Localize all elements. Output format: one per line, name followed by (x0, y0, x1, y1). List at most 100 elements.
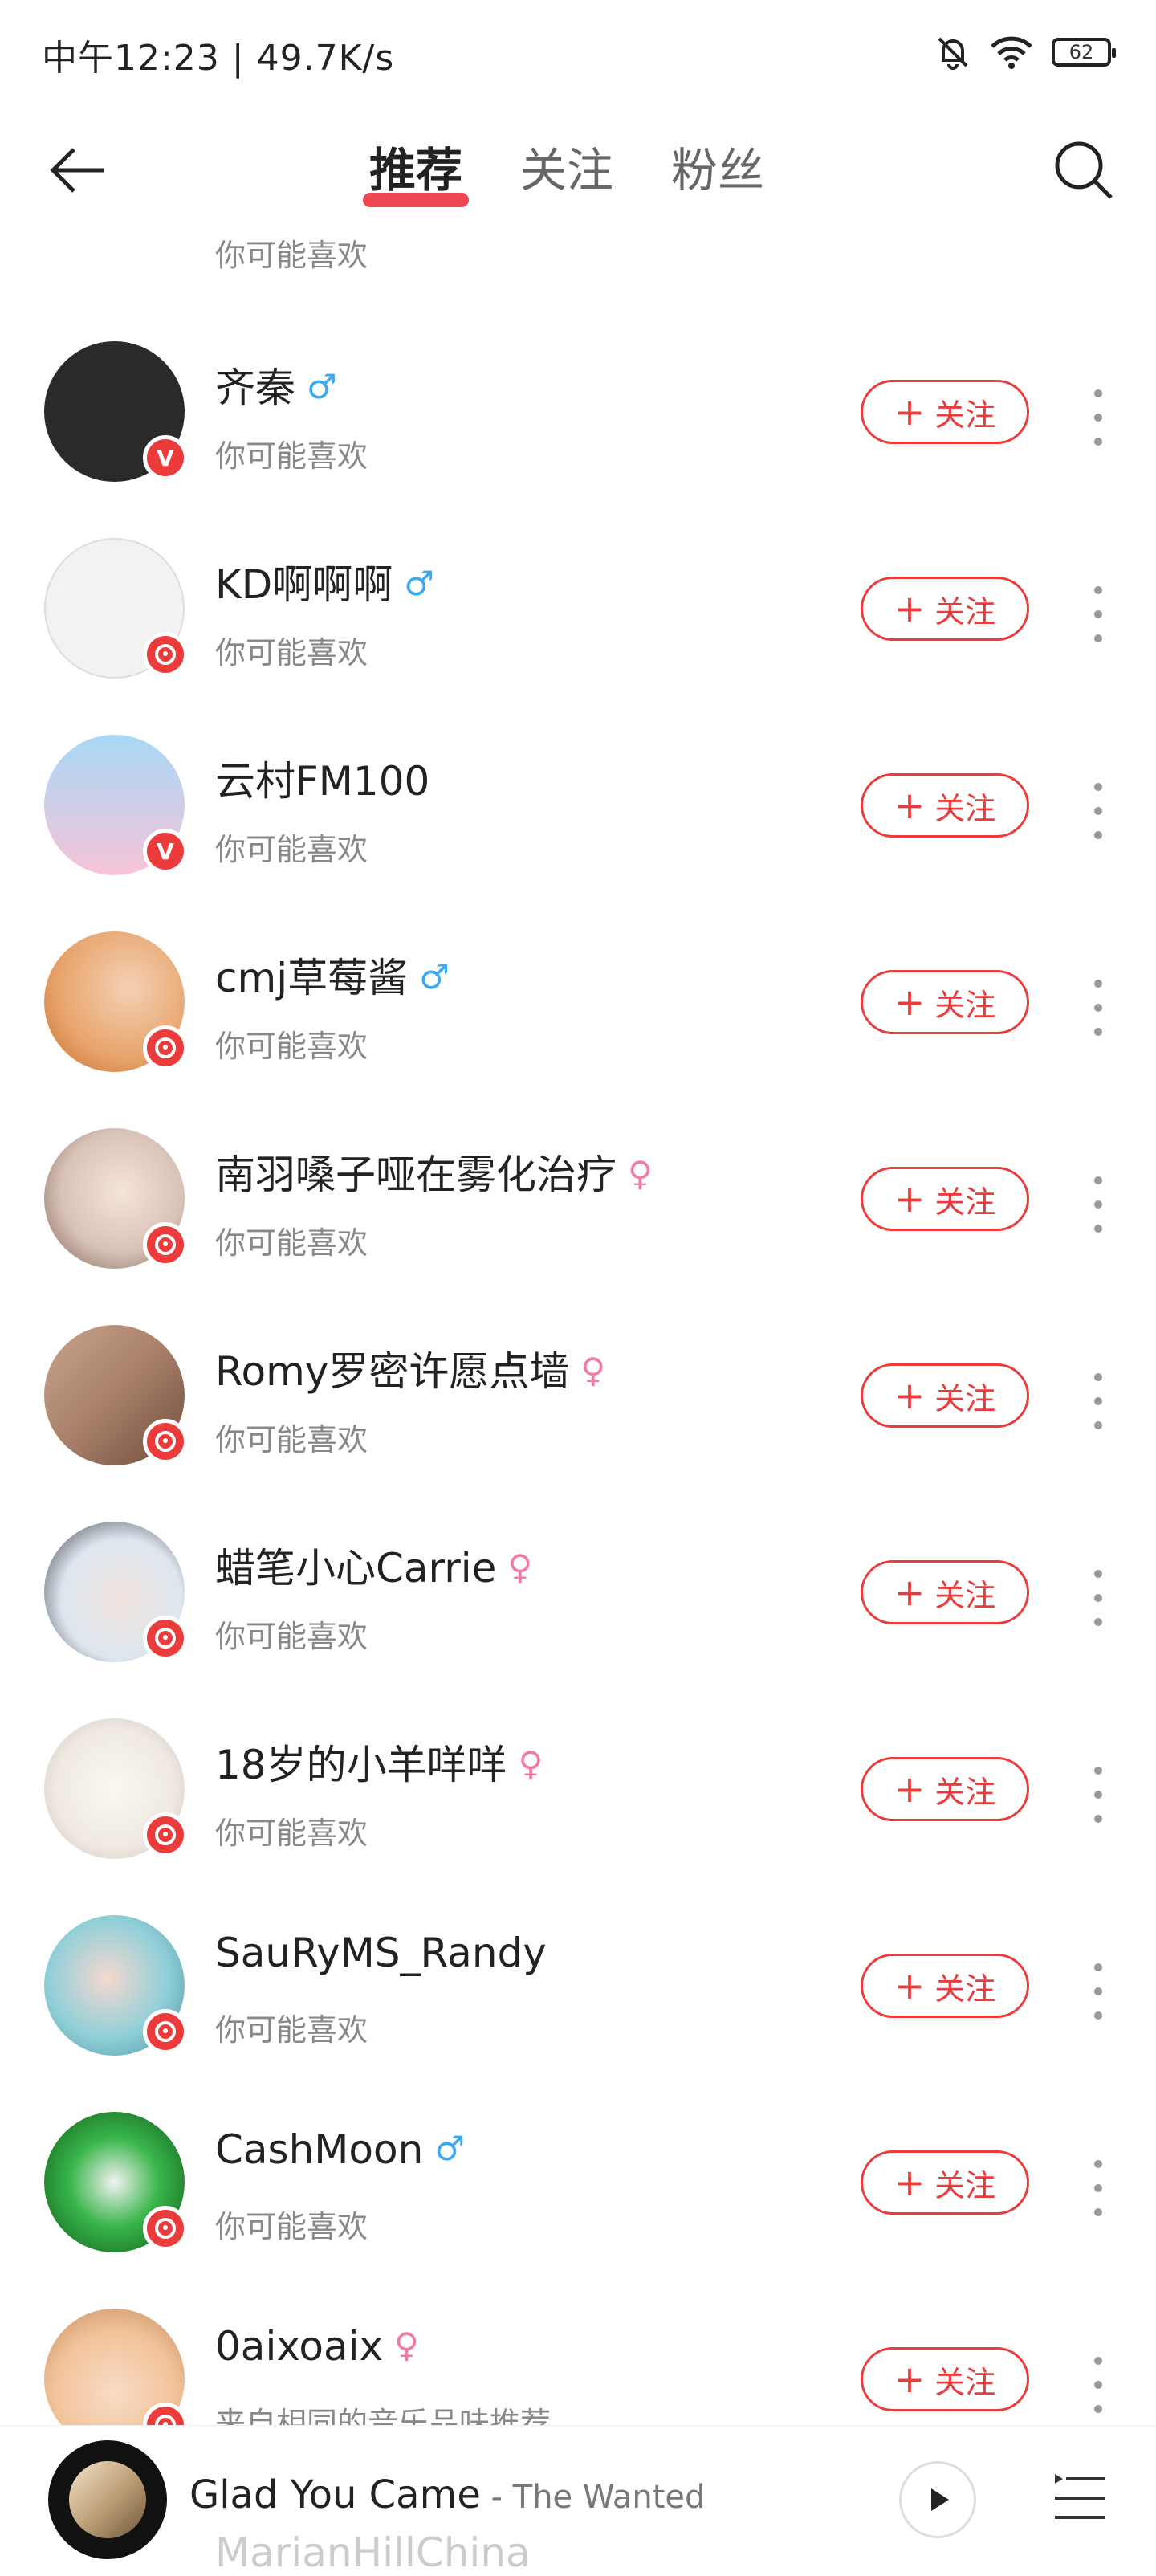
follow-button[interactable]: + 关注 (861, 577, 1029, 641)
music-badge-icon (143, 2009, 188, 2054)
follow-button[interactable]: + 关注 (861, 773, 1029, 838)
follow-button[interactable]: + 关注 (861, 380, 1029, 444)
list-item[interactable]: 南羽嗓子哑在雾化治疗 ♀ 你可能喜欢 + 关注 (0, 1128, 1156, 1325)
wifi-icon (991, 36, 1032, 69)
more-options-icon[interactable] (1089, 2160, 1108, 2216)
battery-indicator: 62 (1052, 38, 1116, 67)
follow-button[interactable]: + 关注 (861, 1167, 1029, 1231)
user-name: SauRyMS_Randy (215, 1930, 547, 1976)
mini-player[interactable]: Glad You Came - The Wanted (0, 2425, 1156, 2570)
user-subtitle: 你可能喜欢 (215, 635, 368, 670)
music-badge-icon (143, 1025, 188, 1070)
male-gender-icon: ♂ (404, 564, 434, 603)
tab-recommend[interactable]: 推荐 (362, 138, 470, 207)
list-item[interactable]: SauRyMS_Randy 你可能喜欢 + 关注 (0, 1915, 1156, 2112)
verified-badge-icon: V (143, 435, 188, 480)
user-name-text: 0aixoaix (215, 2323, 384, 2370)
follow-label: 关注 (934, 987, 996, 1023)
follow-button[interactable]: + 关注 (861, 1363, 1029, 1428)
music-badge-icon (143, 1812, 188, 1857)
plus-icon: + (893, 2358, 926, 2401)
follow-button[interactable]: + 关注 (861, 1560, 1029, 1624)
tab-following[interactable]: 关注 (520, 138, 613, 202)
now-playing[interactable]: Glad You Came - The Wanted (189, 2472, 705, 2517)
plus-icon: + (893, 980, 926, 1024)
plus-icon: + (893, 1177, 926, 1221)
user-subtitle: 你可能喜欢 (215, 438, 368, 474)
user-subtitle: 你可能喜欢 (215, 1816, 368, 1851)
follow-label: 关注 (934, 790, 996, 826)
male-gender-icon: ♂ (419, 957, 450, 997)
plus-icon: + (893, 390, 926, 434)
user-name-text: KD啊啊啊 (215, 561, 393, 608)
list-item[interactable]: Romy罗密许愿点墙 ♀ 你可能喜欢 + 关注 (0, 1325, 1156, 1522)
user-name: cmj草莓酱 ♂ (215, 946, 450, 1004)
song-title: Glad You Came (189, 2472, 481, 2517)
more-options-icon[interactable] (1089, 1176, 1108, 1233)
tab-bar: 推荐 关注 粉丝 (362, 138, 764, 207)
song-artist: The Wanted (512, 2479, 706, 2516)
playlist-icon[interactable] (1052, 2469, 1109, 2527)
follow-button[interactable]: + 关注 (861, 2347, 1029, 2411)
follow-label: 关注 (934, 2364, 996, 2400)
album-cover (69, 2461, 146, 2538)
list-item[interactable]: 蜡笔小心Carrie ♀ 你可能喜欢 + 关注 (0, 1522, 1156, 1718)
follow-button[interactable]: + 关注 (861, 1757, 1029, 1821)
plus-icon: + (893, 1571, 926, 1614)
follow-label: 关注 (934, 1577, 996, 1613)
follow-label: 关注 (934, 1380, 996, 1416)
tab-fans[interactable]: 粉丝 (671, 138, 764, 202)
more-options-icon[interactable] (1089, 586, 1108, 642)
follow-button[interactable]: + 关注 (861, 970, 1029, 1034)
user-name: 齐秦 ♂ (215, 356, 337, 414)
user-subtitle: 你可能喜欢 (215, 1422, 368, 1457)
user-name: 18岁的小羊咩咩 ♀ (215, 1733, 543, 1791)
follow-label: 关注 (934, 1774, 996, 1810)
user-name: KD啊啊啊 ♂ (215, 552, 434, 610)
status-icons: 62 (934, 32, 1116, 72)
more-options-icon[interactable] (1089, 783, 1108, 839)
back-arrow-icon[interactable] (47, 138, 111, 202)
music-badge-icon (143, 632, 188, 677)
user-subtitle: 你可能喜欢 (215, 1029, 368, 1064)
user-name-text: CashMoon (215, 2126, 424, 2173)
user-name-text: 蜡笔小心Carrie (215, 1545, 497, 1592)
music-badge-icon (143, 1616, 188, 1661)
more-options-icon[interactable] (1089, 1373, 1108, 1429)
more-options-icon[interactable] (1089, 1963, 1108, 2020)
list-item[interactable]: cmj草莓酱 ♂ 你可能喜欢 + 关注 (0, 931, 1156, 1128)
music-badge-icon (143, 1222, 188, 1267)
user-name: CashMoon ♂ (215, 2126, 465, 2173)
more-options-icon[interactable] (1089, 389, 1108, 446)
verified-badge-icon: V (143, 829, 188, 874)
list-item[interactable]: CashMoon ♂ 你可能喜欢 + 关注 (0, 2112, 1156, 2309)
follow-button[interactable]: + 关注 (861, 1954, 1029, 2018)
mute-bell-icon (938, 37, 968, 70)
female-gender-icon: ♀ (507, 1547, 533, 1587)
list-item[interactable]: KD啊啊啊 ♂ 你可能喜欢 + 关注 (0, 538, 1156, 735)
more-options-icon[interactable] (1089, 2357, 1108, 2413)
follow-button[interactable]: + 关注 (861, 2150, 1029, 2215)
female-gender-icon: ♀ (628, 1154, 653, 1193)
list-item[interactable]: V 云村FM100 你可能喜欢 + 关注 (0, 735, 1156, 931)
more-options-icon[interactable] (1089, 1570, 1108, 1626)
status-bar: 中午12:23 | 49.7K/s 62 (0, 0, 1156, 104)
battery-level: 62 (1068, 41, 1094, 63)
album-disc[interactable] (48, 2440, 167, 2559)
user-subtitle: 你可能喜欢 (215, 2012, 368, 2048)
search-icon[interactable] (1052, 138, 1116, 202)
title-separator: - (480, 2479, 513, 2516)
user-subtitle: 你可能喜欢 (215, 2209, 368, 2244)
follow-label: 关注 (934, 397, 996, 433)
user-name-text: cmj草莓酱 (215, 955, 409, 1001)
list-item[interactable]: 18岁的小羊咩咩 ♀ 你可能喜欢 + 关注 (0, 1718, 1156, 1915)
user-name-text: 南羽嗓子哑在雾化治疗 (215, 1151, 617, 1198)
list-item[interactable]: V 齐秦 ♂ 你可能喜欢 + 关注 (0, 341, 1156, 538)
more-options-icon[interactable] (1089, 980, 1108, 1036)
user-name: 0aixoaix ♀ (215, 2323, 419, 2370)
more-options-icon[interactable] (1089, 1767, 1108, 1823)
female-gender-icon: ♀ (518, 1744, 543, 1783)
follow-label: 关注 (934, 593, 996, 630)
user-name: 南羽嗓子哑在雾化治疗 ♀ (215, 1143, 653, 1200)
play-button[interactable] (899, 2461, 976, 2538)
